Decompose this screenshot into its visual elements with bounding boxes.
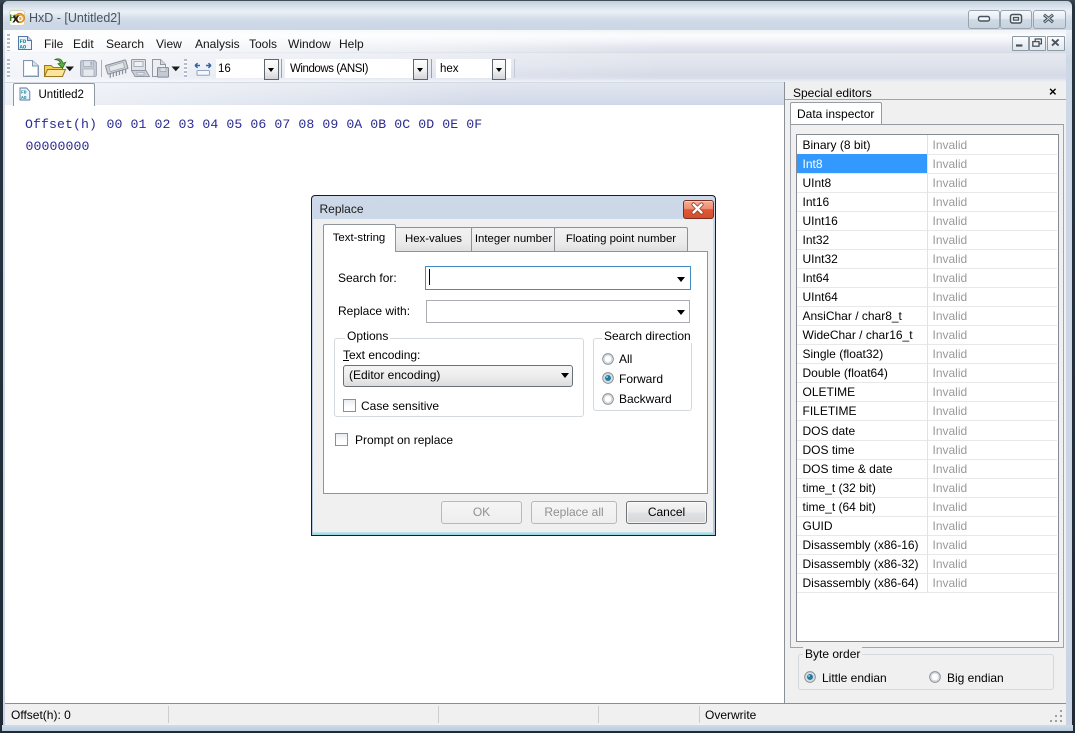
svg-text:x: x: [12, 11, 20, 26]
svg-text:AO: AO: [20, 44, 27, 51]
svg-text:AO: AO: [21, 95, 27, 101]
svg-text:FD: FD: [21, 90, 27, 96]
